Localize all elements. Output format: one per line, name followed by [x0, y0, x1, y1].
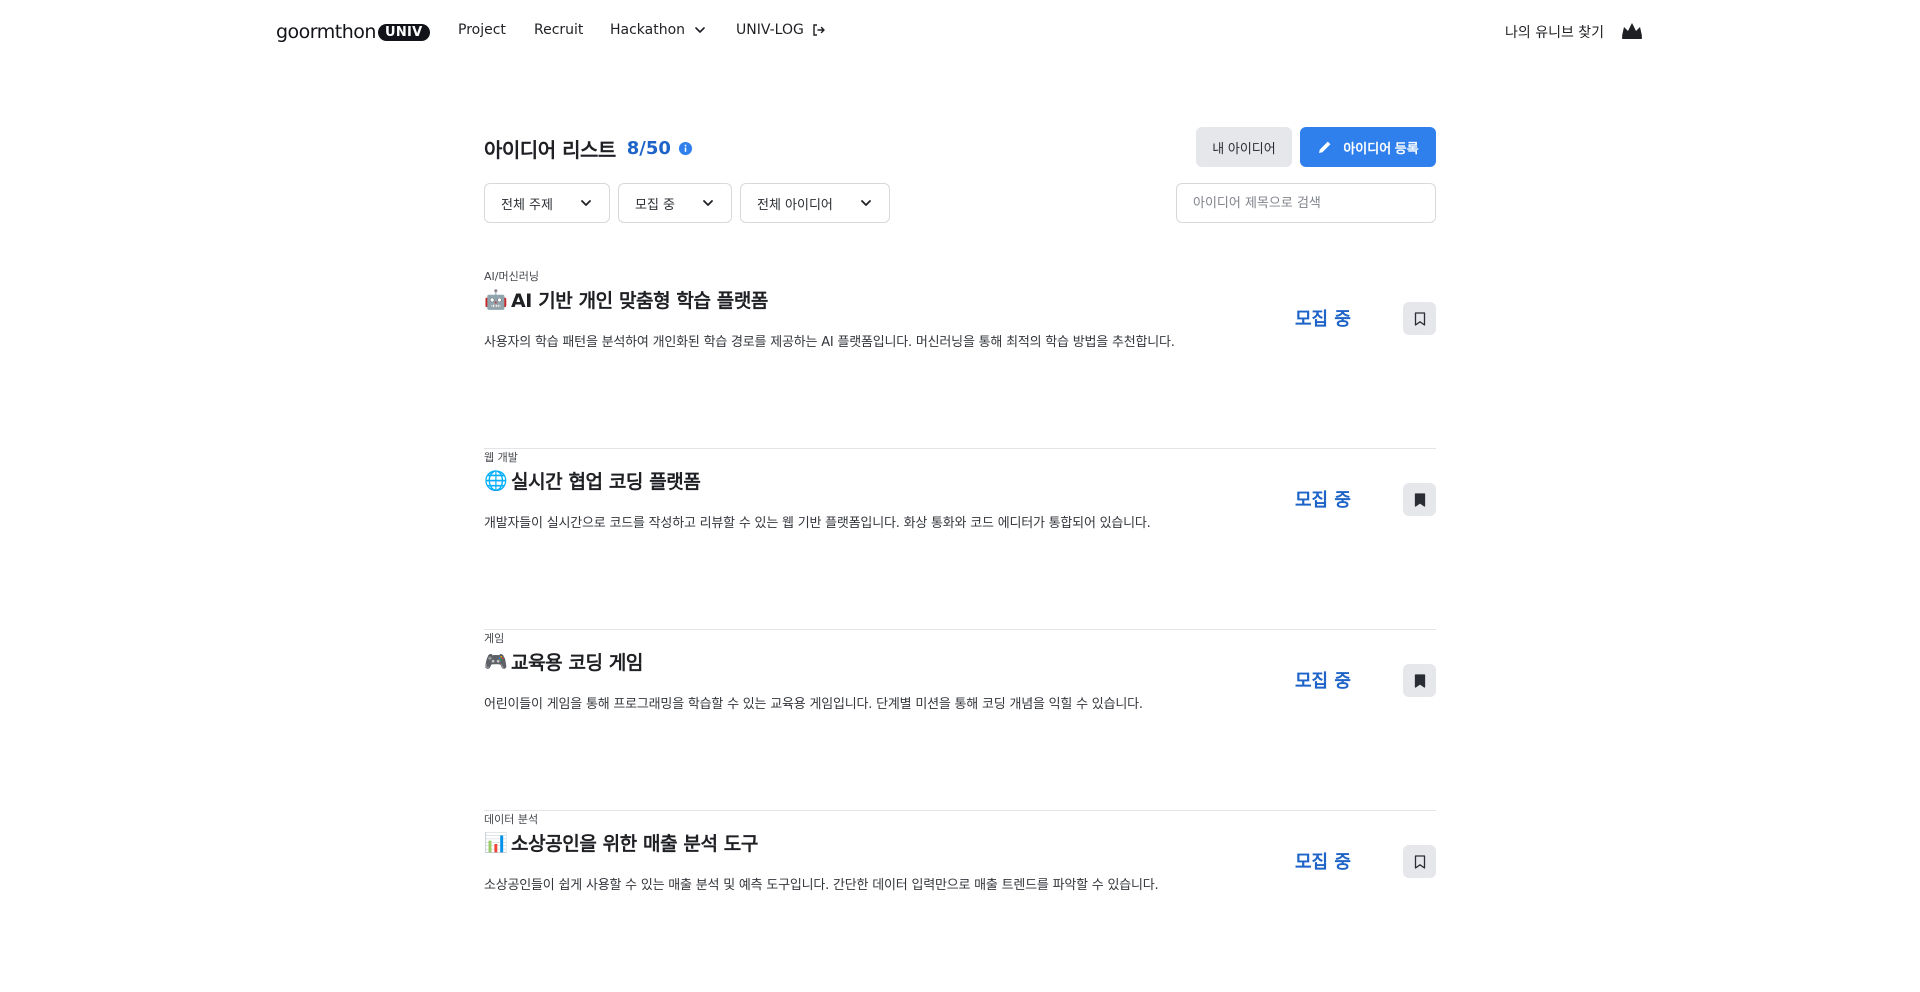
nav-univ-log[interactable]: UNIV-LOG — [736, 22, 826, 38]
bar-chart-emoji-icon: 📊 — [484, 832, 508, 854]
external-link-icon — [813, 24, 825, 36]
idea-title-text: 소상공인을 위한 매출 분석 도구 — [511, 833, 758, 855]
status-filter-select[interactable]: 모집 중 — [618, 183, 732, 223]
idea-type-filter-select[interactable]: 전체 아이디어 — [740, 183, 890, 223]
idea-status: 모집 중 — [1295, 490, 1351, 511]
nav-hackathon-label: Hackathon — [610, 22, 686, 38]
idea-category: 웹 개발 — [484, 451, 518, 464]
bookmark-filled-icon — [1414, 673, 1425, 688]
idea-card[interactable]: 데이터 분석 📊 소상공인을 위한 매출 분석 도구 소상공인들이 쉽게 사용할… — [484, 811, 1436, 992]
goormthon-univ-logo[interactable]: goormthon UNIV — [276, 20, 430, 44]
nav-recruit-label: Recruit — [534, 22, 584, 38]
my-ideas-button[interactable]: 내 아이디어 — [1196, 127, 1292, 167]
idea-card[interactable]: 웹 개발 🌐 실시간 협업 코딩 플랫폼 개발자들이 실시간으로 코드를 작성하… — [484, 449, 1436, 630]
nav-project-label: Project — [458, 22, 506, 38]
register-idea-label: 아이디어 등록 — [1343, 140, 1419, 156]
idea-card[interactable]: 게임 🎮 교육용 코딩 게임 어린이들이 게임을 통해 프로그래밍을 학습할 수… — [484, 630, 1436, 811]
idea-category: 게임 — [484, 632, 505, 645]
topic-filter-select[interactable]: 전체 주제 — [484, 183, 610, 223]
chevron-down-icon — [695, 27, 705, 33]
idea-search-input[interactable] — [1176, 183, 1436, 223]
register-idea-button[interactable]: 아이디어 등록 — [1300, 127, 1436, 167]
bookmark-outline-icon — [1414, 311, 1425, 326]
info-icon[interactable] — [678, 141, 693, 156]
idea-title[interactable]: 🎮 교육용 코딩 게임 — [484, 648, 643, 675]
idea-card[interactable]: AI/머신러닝 🤖 AI 기반 개인 맞춤형 학습 플랫폼 사용자의 학습 패턴… — [484, 268, 1436, 449]
bookmark-outline-icon — [1414, 854, 1425, 869]
idea-title[interactable]: 📊 소상공인을 위한 매출 분석 도구 — [484, 829, 758, 856]
bookmark-button[interactable] — [1403, 845, 1436, 878]
bookmark-button[interactable] — [1403, 483, 1436, 516]
idea-description: 소상공인들이 쉽게 사용할 수 있는 매출 분석 및 예측 도구입니다. 간단한… — [484, 878, 1159, 893]
nav-recruit[interactable]: Recruit — [534, 22, 583, 38]
idea-category: AI/머신러닝 — [484, 270, 539, 283]
nav-find-univ[interactable]: 나의 유니브 찾기 — [1505, 22, 1604, 42]
logo-text: goormthon — [276, 21, 376, 43]
bookmark-button[interactable] — [1403, 302, 1436, 335]
idea-title[interactable]: 🌐 실시간 협업 코딩 플랫폼 — [484, 467, 701, 494]
idea-description: 개발자들이 실시간으로 코드를 작성하고 리뷰할 수 있는 웹 기반 플랫폼입니… — [484, 516, 1151, 531]
robot-emoji-icon: 🤖 — [484, 289, 508, 311]
user-avatar-icon[interactable] — [1620, 20, 1644, 40]
logo-badge: UNIV — [377, 23, 430, 41]
bookmark-filled-icon — [1414, 492, 1425, 507]
top-navigation: goormthon UNIV Project Recruit Hackathon… — [0, 0, 1920, 62]
page-title: 아이디어 리스트 — [484, 138, 616, 162]
idea-status: 모집 중 — [1295, 671, 1351, 692]
idea-type-filter-value: 전체 아이디어 — [757, 197, 833, 213]
nav-univ-log-label: UNIV-LOG — [736, 22, 804, 38]
idea-title-text: 교육용 코딩 게임 — [511, 652, 643, 674]
idea-description: 사용자의 학습 패턴을 분석하여 개인화된 학습 경로를 제공하는 AI 플랫폼… — [484, 335, 1175, 350]
idea-title[interactable]: 🤖 AI 기반 개인 맞춤형 학습 플랫폼 — [484, 286, 768, 313]
chevron-down-icon — [581, 200, 591, 206]
chevron-down-icon — [861, 200, 871, 206]
globe-emoji-icon: 🌐 — [484, 470, 508, 492]
topic-filter-value: 전체 주제 — [501, 197, 553, 213]
bookmark-button[interactable] — [1403, 664, 1436, 697]
idea-description: 어린이들이 게임을 통해 프로그래밍을 학습할 수 있는 교육용 게임입니다. … — [484, 697, 1143, 712]
idea-list-header: 아이디어 리스트 8/50 — [484, 134, 693, 163]
pencil-icon — [1319, 141, 1331, 153]
idea-status: 모집 중 — [1295, 309, 1351, 330]
idea-count: 8/50 — [626, 138, 671, 159]
nav-project[interactable]: Project — [458, 22, 506, 38]
idea-category: 데이터 분석 — [484, 813, 539, 826]
idea-title-text: 실시간 협업 코딩 플랫폼 — [511, 471, 701, 493]
chevron-down-icon — [703, 200, 713, 206]
status-filter-value: 모집 중 — [635, 197, 676, 213]
idea-status: 모집 중 — [1295, 852, 1351, 873]
game-controller-emoji-icon: 🎮 — [484, 651, 508, 673]
nav-hackathon[interactable]: Hackathon — [610, 22, 707, 38]
idea-title-text: AI 기반 개인 맞춤형 학습 플랫폼 — [511, 290, 769, 312]
